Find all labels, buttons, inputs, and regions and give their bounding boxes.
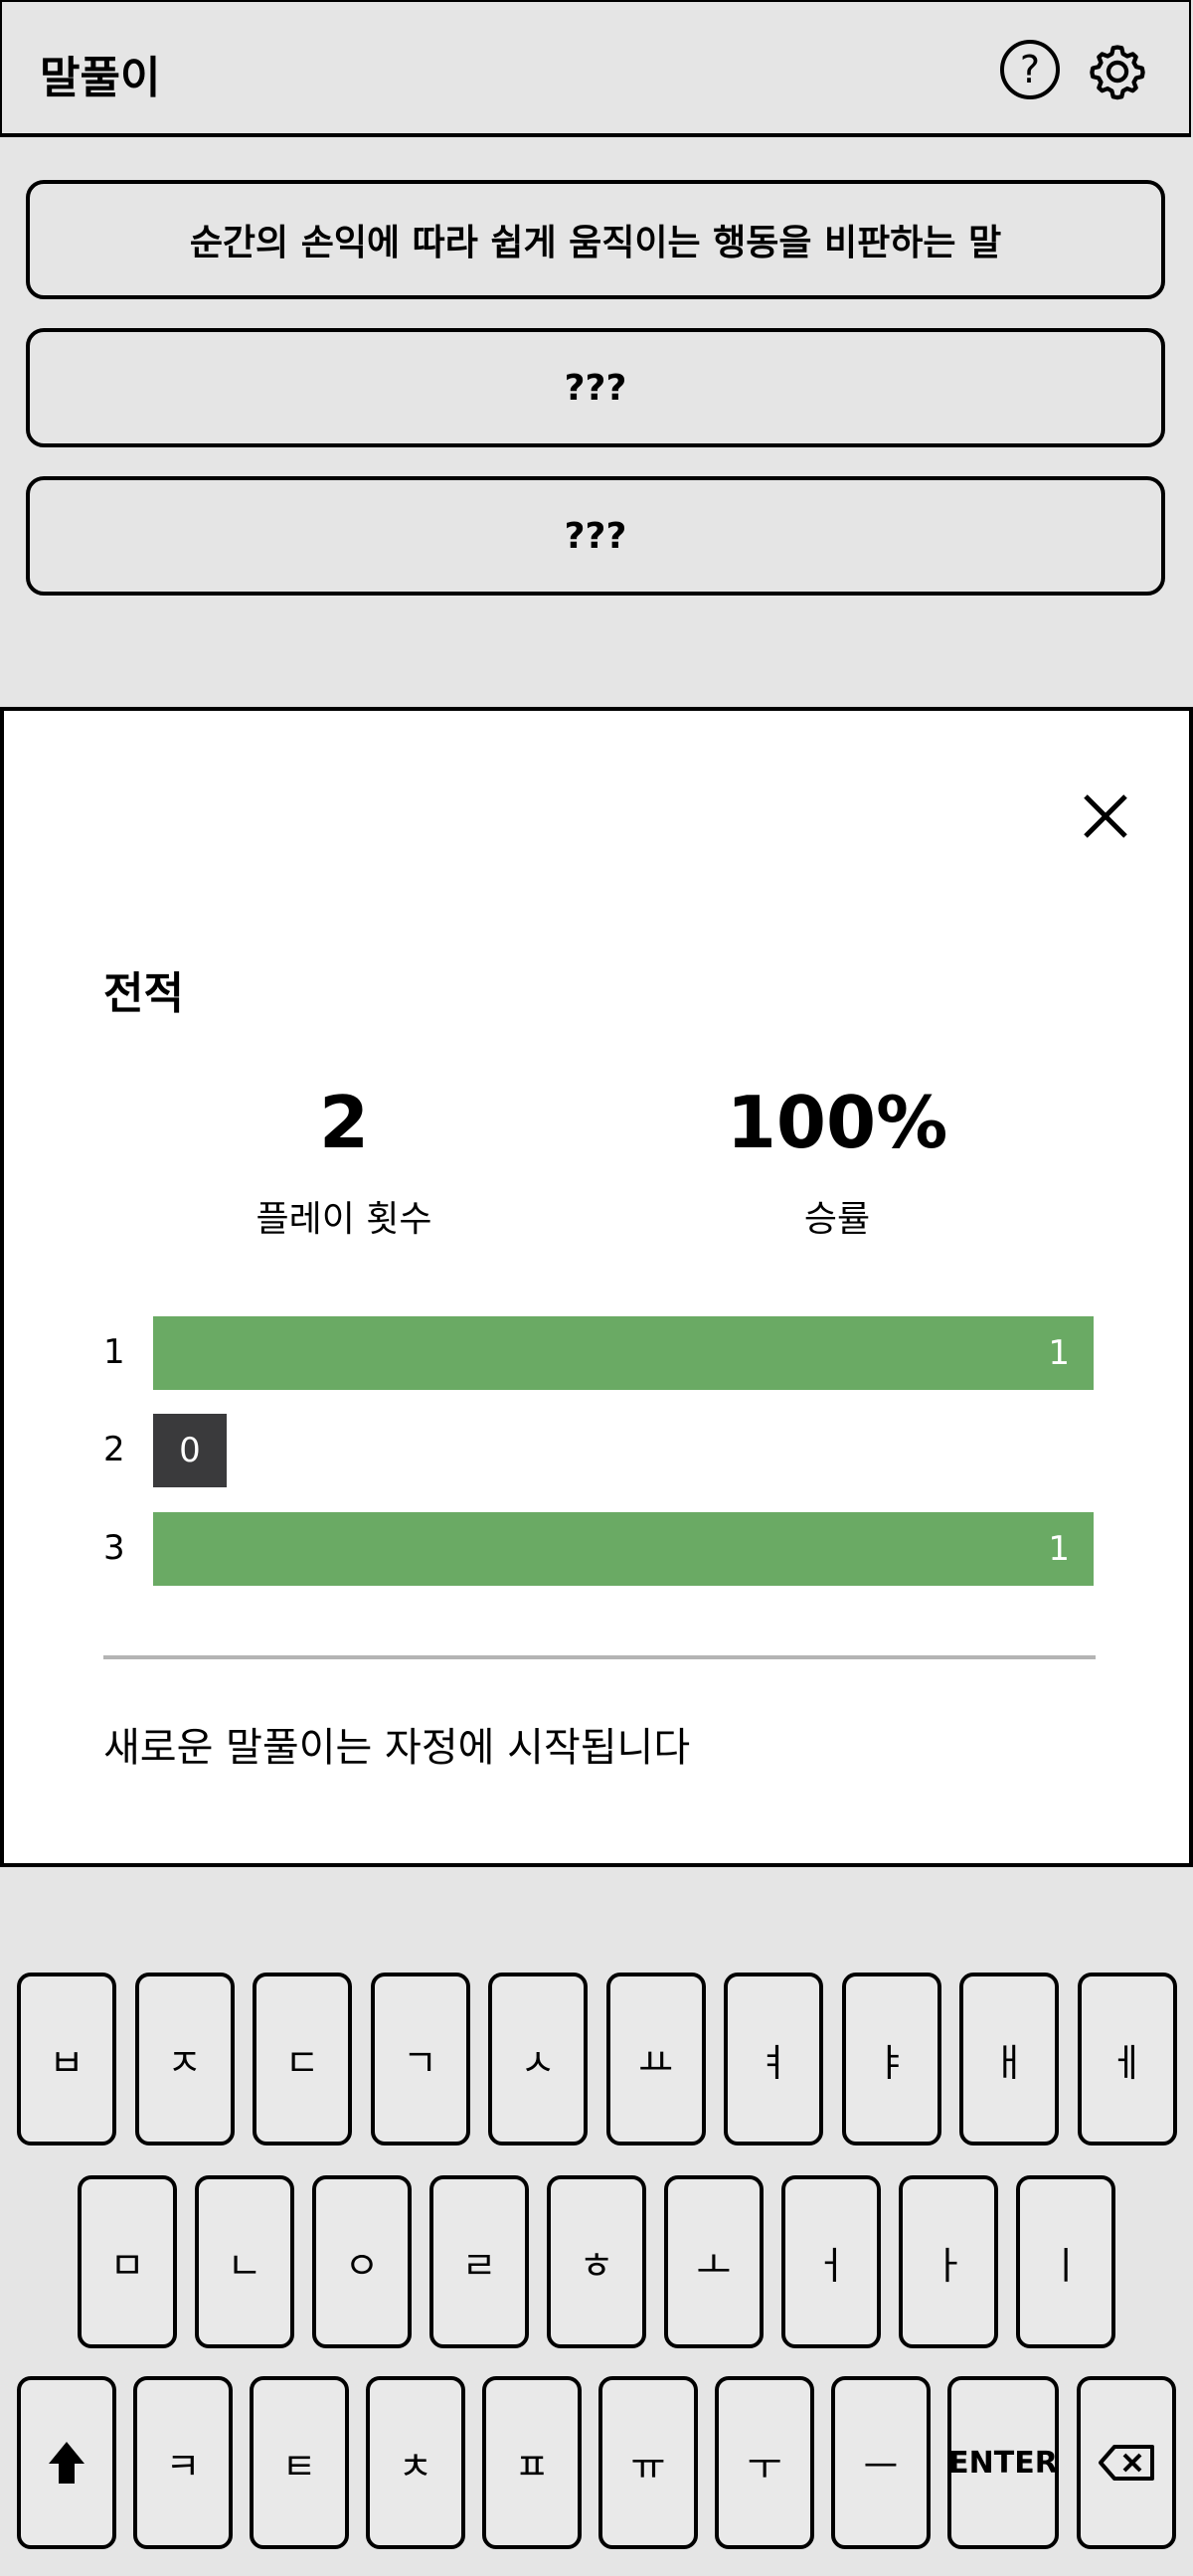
app-title: 말풀이 <box>40 53 161 103</box>
key-ㅣ[interactable]: ㅣ <box>1016 2175 1115 2348</box>
distribution-count: 0 <box>179 1431 201 1470</box>
key-label: ㅊ <box>398 2444 433 2489</box>
key-ㅠ[interactable]: ㅠ <box>598 2376 698 2549</box>
distribution-bar-2: 0 <box>153 1414 227 1487</box>
key-ㅕ[interactable]: ㅕ <box>724 1973 823 2146</box>
key-ㅛ[interactable]: ㅛ <box>605 1973 706 2146</box>
key-label: ㄷ <box>284 2040 320 2085</box>
key-label: ㅂ <box>49 2040 85 2085</box>
key-ㄹ[interactable]: ㄹ <box>429 2175 529 2348</box>
key-label: ㄹ <box>461 2243 497 2288</box>
shift-arrow-icon <box>49 2442 85 2484</box>
key-label: ㄱ <box>403 2040 437 2085</box>
key-ㅗ[interactable]: ㅗ <box>664 2175 764 2348</box>
divider <box>103 1655 1096 1659</box>
key-ㄷ[interactable]: ㄷ <box>253 1973 352 2146</box>
key-label: ㅇ <box>344 2243 380 2288</box>
clue-text: 순간의 손익에 따라 쉽게 움직이는 행동을 비판하는 말 <box>189 223 1002 263</box>
key-ㅑ[interactable]: ㅑ <box>841 1973 941 2146</box>
settings-button[interactable] <box>1086 40 1149 103</box>
key-ㅍ[interactable]: ㅍ <box>482 2376 582 2549</box>
win-rate-value: 100% <box>726 1081 948 1164</box>
key-ㅇ[interactable]: ㅇ <box>312 2175 412 2348</box>
key-ㅋ[interactable]: ㅋ <box>133 2376 233 2549</box>
key-label: ㅔ <box>1109 2040 1144 2085</box>
enter-key[interactable]: ENTER <box>947 2376 1059 2549</box>
key-ㅐ[interactable]: ㅐ <box>959 1973 1059 2146</box>
key-label: ㅌ <box>281 2444 317 2489</box>
key-ㅎ[interactable]: ㅎ <box>547 2175 646 2348</box>
help-button[interactable]: ? <box>1000 40 1060 99</box>
key-label: ㅣ <box>1048 2243 1084 2288</box>
stats-modal: 전적 2 플레이 횟수 100% 승률 1 1 2 0 3 1 새로운 말풀이는… <box>0 707 1193 1867</box>
distribution-label-1: 1 <box>103 1332 125 1372</box>
key-label: ㅕ <box>756 2040 791 2085</box>
key-ㅈ[interactable]: ㅈ <box>134 1973 235 2146</box>
key-ㅜ[interactable]: ㅜ <box>715 2376 814 2549</box>
key-ㅓ[interactable]: ㅓ <box>781 2175 881 2348</box>
key-ㅌ[interactable]: ㅌ <box>250 2376 349 2549</box>
distribution-bar-1: 1 <box>153 1316 1094 1390</box>
key-label: ㅗ <box>696 2243 732 2288</box>
gear-icon <box>1090 45 1145 100</box>
key-ㅔ[interactable]: ㅔ <box>1077 1973 1177 2146</box>
distribution-label-2: 2 <box>103 1430 125 1469</box>
key-ㅂ[interactable]: ㅂ <box>17 1973 116 2146</box>
clue-text: ??? <box>564 367 627 409</box>
app-header: 말풀이 ? <box>0 0 1191 137</box>
key-label: ㅓ <box>813 2243 849 2288</box>
played-count: 2 <box>318 1081 370 1164</box>
distribution-count: 1 <box>1048 1333 1070 1373</box>
key-ㅡ[interactable]: ㅡ <box>831 2376 931 2549</box>
key-ㄱ[interactable]: ㄱ <box>370 1973 470 2146</box>
key-label: ㅜ <box>747 2444 782 2489</box>
backspace-icon <box>1099 2445 1154 2481</box>
key-ㅊ[interactable]: ㅊ <box>366 2376 465 2549</box>
close-icon <box>1084 794 1127 838</box>
key-label: ㅏ <box>931 2243 966 2288</box>
clue-row-3[interactable]: ??? <box>26 476 1165 596</box>
key-label: ㅁ <box>109 2243 145 2288</box>
key-label: ㅍ <box>514 2444 550 2489</box>
close-button[interactable] <box>1076 786 1135 846</box>
played-label: 플레이 횟수 <box>256 1199 432 1240</box>
question-mark-icon: ? <box>1019 48 1041 91</box>
clue-row-1[interactable]: 순간의 손익에 따라 쉽게 움직이는 행동을 비판하는 말 <box>26 180 1165 299</box>
distribution-label-3: 3 <box>103 1528 125 1568</box>
key-label: ㅈ <box>167 2040 202 2085</box>
key-label: ENTER <box>948 2445 1058 2481</box>
key-label: ㄴ <box>227 2243 262 2288</box>
key-label: ㅐ <box>991 2040 1027 2085</box>
key-ㅏ[interactable]: ㅏ <box>899 2175 998 2348</box>
distribution-bar-3: 1 <box>153 1512 1094 1586</box>
key-ㅅ[interactable]: ㅅ <box>488 1973 588 2146</box>
shift-key[interactable] <box>17 2376 116 2549</box>
distribution-count: 1 <box>1048 1529 1070 1569</box>
key-ㅁ[interactable]: ㅁ <box>78 2175 177 2348</box>
key-label: ㅅ <box>520 2040 556 2085</box>
key-label: ㅠ <box>630 2444 666 2489</box>
key-ㄴ[interactable]: ㄴ <box>195 2175 294 2348</box>
key-label: ㅑ <box>874 2040 909 2085</box>
win-rate-label: 승률 <box>803 1199 871 1240</box>
next-puzzle-text: 새로운 말풀이는 자정에 시작됩니다 <box>103 1725 691 1771</box>
key-label: ㅋ <box>165 2444 201 2489</box>
key-label: ㅛ <box>638 2040 673 2085</box>
clue-text: ??? <box>564 515 627 557</box>
stats-title: 전적 <box>103 968 184 1019</box>
backspace-key[interactable] <box>1077 2376 1176 2549</box>
clue-row-2[interactable]: ??? <box>26 328 1165 447</box>
key-label: ㅎ <box>579 2243 614 2288</box>
key-label: ㅡ <box>863 2444 899 2489</box>
